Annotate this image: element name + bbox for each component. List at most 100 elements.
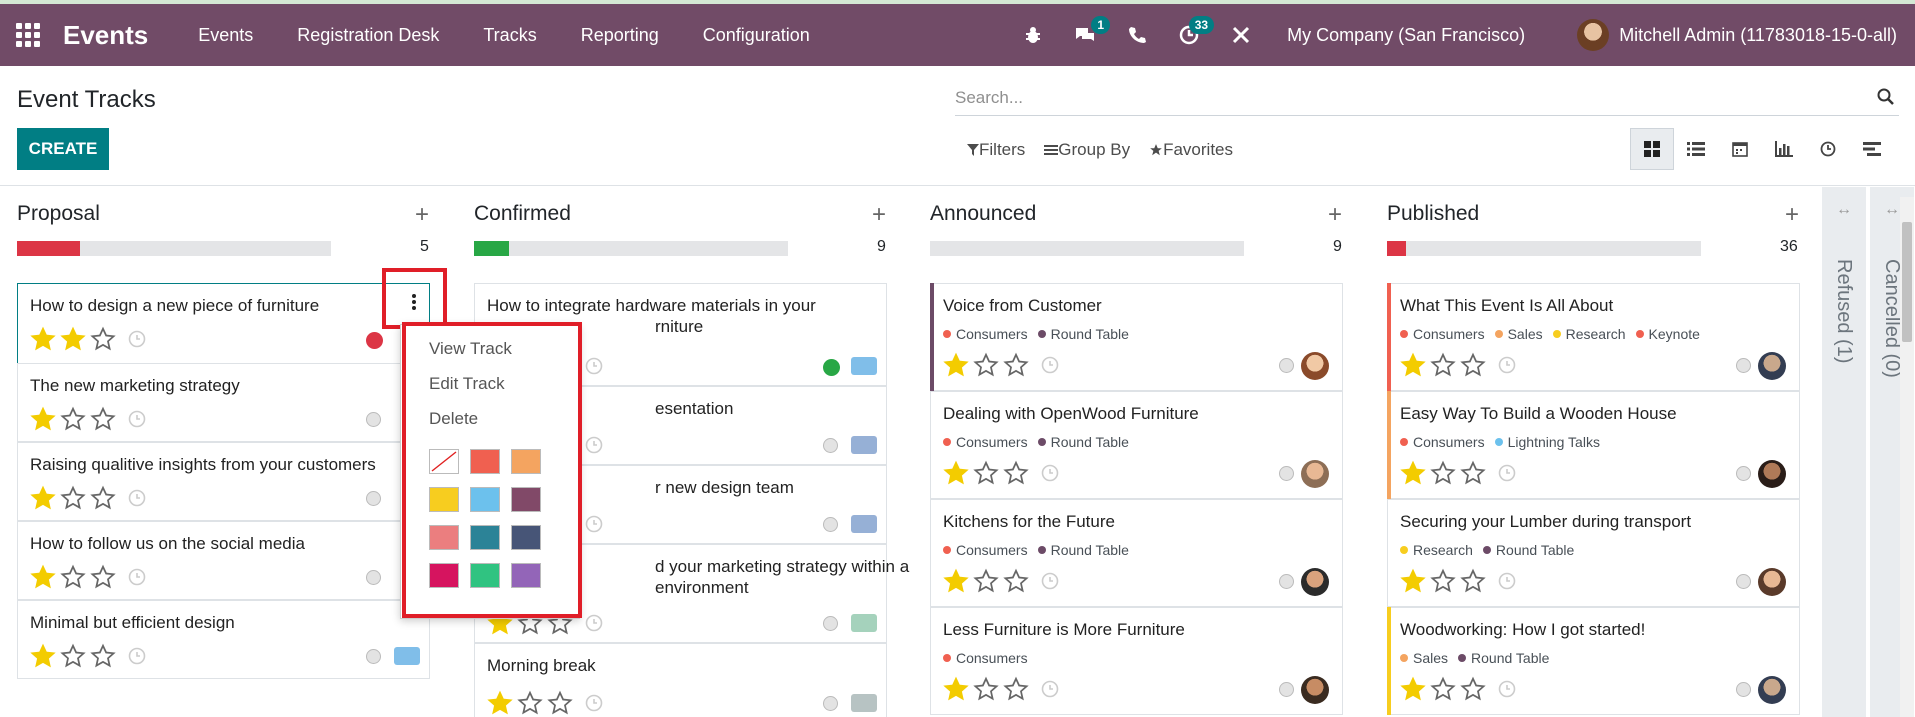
star-empty-icon[interactable] [60, 564, 86, 590]
folded-column-refused[interactable]: ↔ Refused (1) [1822, 187, 1866, 717]
activity-clock-icon[interactable] [585, 357, 603, 375]
star-filled-icon[interactable] [1400, 460, 1426, 486]
star-filled-icon[interactable] [1400, 676, 1426, 702]
kanban-card[interactable]: Raising qualitive insights from your cus… [17, 442, 430, 521]
star-filled-icon[interactable] [943, 676, 969, 702]
column-progress-bar[interactable] [474, 241, 788, 256]
search-input[interactable] [955, 87, 1855, 108]
calendar-view-button[interactable] [1718, 128, 1762, 170]
activity-clock-icon[interactable]: 33 [1174, 16, 1215, 50]
groupby-button[interactable]: Group By [1044, 140, 1130, 160]
tag[interactable]: Sales [1494, 326, 1543, 342]
star-filled-icon[interactable] [30, 643, 56, 669]
gantt-view-button[interactable] [1850, 128, 1894, 170]
app-title[interactable]: Events [63, 20, 148, 51]
tag[interactable]: Sales [1400, 650, 1448, 666]
star-empty-icon[interactable] [973, 676, 999, 702]
kanban-state-indicator[interactable] [823, 517, 838, 532]
tag[interactable]: Round Table [1037, 326, 1129, 342]
kanban-card[interactable]: Kitchens for the Future Consumers Round Ta… [930, 499, 1343, 607]
star-empty-icon[interactable] [90, 485, 116, 511]
kanban-card[interactable]: Woodworking: How I got started! Sales Roun… [1387, 607, 1800, 715]
star-filled-icon[interactable] [30, 564, 56, 590]
kanban-card[interactable]: What This Event Is All About Consumers Sal… [1387, 283, 1800, 391]
tag[interactable]: Consumers [1400, 434, 1485, 450]
column-progress-bar[interactable] [17, 241, 331, 256]
activity-clock-icon[interactable] [1041, 464, 1059, 482]
kanban-state-indicator[interactable] [823, 696, 838, 711]
favorites-button[interactable]: Favorites [1149, 140, 1233, 160]
activity-clock-icon[interactable] [585, 436, 603, 454]
activity-clock-icon[interactable] [585, 515, 603, 533]
star-empty-icon[interactable] [1460, 460, 1486, 486]
star-empty-icon[interactable] [90, 406, 116, 432]
activity-clock-icon[interactable] [128, 410, 146, 428]
activity-clock-icon[interactable] [1498, 464, 1516, 482]
kanban-card[interactable]: The new marketing strategy [17, 363, 430, 442]
star-filled-icon[interactable] [60, 326, 86, 352]
kanban-state-indicator[interactable] [1279, 574, 1294, 589]
star-empty-icon[interactable] [1003, 568, 1029, 594]
tag[interactable]: Keynote [1635, 326, 1700, 342]
activity-clock-icon[interactable] [1041, 572, 1059, 590]
search-icon[interactable] [1877, 88, 1895, 106]
kanban-card[interactable]: Less Furniture is More Furniture Consumer… [930, 607, 1343, 715]
star-empty-icon[interactable] [1460, 568, 1486, 594]
tag[interactable]: Consumers [943, 542, 1028, 558]
quick-create-button[interactable]: + [1328, 201, 1342, 229]
quick-create-button[interactable]: + [415, 201, 429, 229]
star-empty-icon[interactable] [1003, 676, 1029, 702]
activity-view-button[interactable] [1806, 128, 1850, 170]
activity-clock-icon[interactable] [1041, 356, 1059, 374]
star-empty-icon[interactable] [1460, 676, 1486, 702]
nav-menu-events[interactable]: Events [176, 25, 275, 46]
tag[interactable]: Consumers [1400, 326, 1485, 342]
star-filled-icon[interactable] [943, 568, 969, 594]
card-menu-toggle[interactable] [396, 282, 432, 322]
activity-clock-icon[interactable] [128, 330, 146, 348]
kanban-state-indicator[interactable] [366, 412, 381, 427]
nav-menu-tracks[interactable]: Tracks [461, 25, 558, 46]
star-empty-icon[interactable] [1003, 460, 1029, 486]
column-progress-bar[interactable] [930, 241, 1244, 256]
activity-clock-icon[interactable] [128, 647, 146, 665]
star-empty-icon[interactable] [1430, 568, 1456, 594]
activity-clock-icon[interactable] [1498, 680, 1516, 698]
create-button[interactable]: CREATE [17, 128, 109, 170]
star-empty-icon[interactable] [973, 568, 999, 594]
activity-clock-icon[interactable] [1498, 356, 1516, 374]
tag[interactable]: Lightning Talks [1494, 434, 1600, 450]
kanban-card[interactable]: Minimal but efficient design [17, 600, 430, 679]
kanban-state-indicator[interactable] [1279, 466, 1294, 481]
star-filled-icon[interactable] [30, 485, 56, 511]
nav-menu-configuration[interactable]: Configuration [681, 25, 832, 46]
activity-clock-icon[interactable] [585, 614, 603, 632]
tag[interactable]: Round Table [1037, 542, 1129, 558]
kanban-card[interactable]: Securing your Lumber during transport Res… [1387, 499, 1800, 607]
kanban-state-indicator[interactable] [823, 359, 840, 376]
activity-clock-icon[interactable] [1498, 572, 1516, 590]
kanban-view-button[interactable] [1630, 128, 1674, 170]
kanban-state-indicator[interactable] [1736, 574, 1751, 589]
tag[interactable]: Round Table [1458, 650, 1549, 666]
tools-icon[interactable] [1226, 20, 1256, 50]
star-empty-icon[interactable] [60, 406, 86, 432]
activity-clock-icon[interactable] [1041, 680, 1059, 698]
star-empty-icon[interactable] [1003, 352, 1029, 378]
kanban-state-indicator[interactable] [1736, 682, 1751, 697]
kanban-card[interactable]: Dealing with OpenWood Furniture Consumers… [930, 391, 1343, 499]
activity-clock-icon[interactable] [585, 694, 603, 712]
kanban-card[interactable]: How to follow us on the social media [17, 521, 430, 600]
kanban-state-indicator[interactable] [1279, 682, 1294, 697]
star-empty-icon[interactable] [517, 690, 543, 716]
tag[interactable]: Research [1552, 326, 1626, 342]
graph-view-button[interactable] [1762, 128, 1806, 170]
bug-icon[interactable] [1018, 20, 1048, 50]
star-empty-icon[interactable] [90, 564, 116, 590]
kanban-state-indicator[interactable] [366, 570, 381, 585]
star-filled-icon[interactable] [1400, 352, 1426, 378]
star-empty-icon[interactable] [973, 352, 999, 378]
star-filled-icon[interactable] [30, 406, 56, 432]
star-filled-icon[interactable] [487, 690, 513, 716]
kanban-state-indicator[interactable] [366, 649, 381, 664]
